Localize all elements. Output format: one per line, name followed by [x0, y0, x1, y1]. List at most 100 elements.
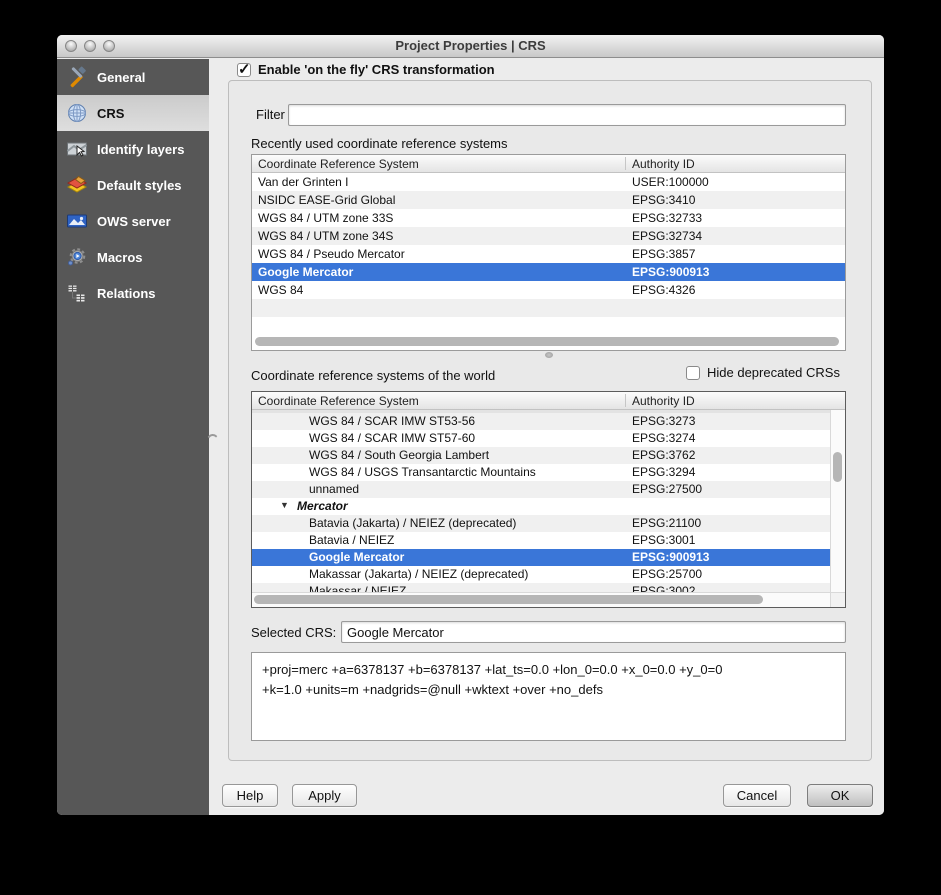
- recent-table-rows: Van der Grinten IUSER:100000NSIDC EASE-G…: [252, 173, 845, 333]
- crs-row[interactable]: Batavia (Jakarta) / NEIEZ (deprecated)EP…: [252, 515, 845, 532]
- crs-row[interactable]: Van der Grinten IUSER:100000: [252, 173, 845, 191]
- crs-groupbox: Filter Recently used coordinate referenc…: [228, 80, 872, 761]
- globe-icon: [66, 102, 88, 124]
- window-title: Project Properties | CRS: [57, 35, 884, 57]
- disclosure-triangle-icon[interactable]: ▼: [280, 500, 289, 510]
- proj4-definition-box[interactable]: +proj=merc +a=6378137 +b=6378137 +lat_ts…: [251, 652, 846, 741]
- crs-row[interactable]: WGS 84 / South Georgia Lambert EPSG:3762: [252, 447, 845, 464]
- crs-row[interactable]: WGS 84 / SCAR IMW ST53-56 EPSG:3273: [252, 413, 845, 430]
- hide-deprecated-checkbox-row[interactable]: Hide deprecated CRSs: [686, 365, 840, 380]
- scrollbar-thumb[interactable]: [254, 595, 763, 604]
- crs-row[interactable]: WGS 84EPSG:4326: [252, 281, 845, 299]
- close-window-icon[interactable]: [65, 40, 77, 52]
- sidebar-resize-grip[interactable]: [208, 432, 218, 442]
- selected-crs-label: Selected CRS:: [251, 625, 336, 640]
- sidebar-item-label: Macros: [97, 250, 143, 265]
- minimize-window-icon[interactable]: [84, 40, 96, 52]
- crs-row[interactable]: WGS 84 / Pseudo MercatorEPSG:3857: [252, 245, 845, 263]
- crs-name: unnamed: [309, 482, 359, 496]
- macros-icon: [66, 246, 88, 268]
- sidebar-item-default-styles[interactable]: Default styles: [57, 167, 209, 203]
- hide-deprecated-checkbox[interactable]: [686, 366, 700, 380]
- window-controls: [65, 40, 115, 52]
- crs-row[interactable]: Batavia / NEIEZ EPSG:3001: [252, 532, 845, 549]
- crs-row[interactable]: [252, 317, 845, 333]
- crs-name: WGS 84 / SCAR IMW ST57-60: [309, 431, 475, 445]
- selected-crs-input[interactable]: [341, 621, 846, 643]
- column-header-crs[interactable]: Coordinate Reference System: [258, 394, 419, 408]
- crs-name: Google Mercator: [258, 265, 353, 279]
- authority-id: EPSG:3410: [632, 193, 695, 207]
- recent-horizontal-scrollbar[interactable]: [252, 333, 845, 350]
- ok-button[interactable]: OK: [807, 784, 873, 807]
- crs-row[interactable]: WGS 84 / UTM zone 33S EPSG:32733: [252, 209, 845, 227]
- world-vertical-scrollbar[interactable]: [830, 410, 845, 592]
- crs-name: WGS 84 / SCAR IMW ST53-56: [309, 414, 475, 428]
- authority-id: EPSG:32734: [632, 229, 702, 243]
- scrollbar-thumb[interactable]: [833, 452, 842, 482]
- authority-id: EPSG:32733: [632, 211, 702, 225]
- column-divider[interactable]: [625, 157, 626, 170]
- crs-row[interactable]: Makassar / NEIEZ EPSG:3002: [252, 583, 845, 592]
- crs-name: WGS 84 / USGS Transantarctic Mountains: [309, 465, 536, 479]
- sidebar-item-label: Identify layers: [97, 142, 184, 157]
- sidebar-item-ows-server[interactable]: OWS server: [57, 203, 209, 239]
- crs-name: Google Mercator: [309, 550, 404, 564]
- crs-row[interactable]: NSIDC EASE-Grid Global EPSG:3410: [252, 191, 845, 209]
- crs-row[interactable]: [252, 299, 845, 317]
- authority-id: EPSG:3273: [632, 414, 695, 428]
- filter-input[interactable]: [288, 104, 846, 126]
- crs-name: Batavia / NEIEZ: [309, 533, 394, 547]
- authority-id: EPSG:25700: [632, 567, 702, 581]
- crs-row[interactable]: unnamed EPSG:27500: [252, 481, 845, 498]
- crs-group-row[interactable]: ▼Mercator: [252, 498, 845, 515]
- title-bar[interactable]: Project Properties | CRS: [57, 35, 884, 58]
- world-horizontal-scrollbar[interactable]: [252, 592, 830, 607]
- authority-id: EPSG:900913: [632, 550, 709, 564]
- authority-id: EPSG:3762: [632, 448, 695, 462]
- sidebar-item-identify-layers[interactable]: Identify layers: [57, 131, 209, 167]
- crs-row[interactable]: Google Mercator EPSG:900913: [252, 263, 845, 281]
- crs-name: WGS 84 / UTM zone 34S: [258, 229, 393, 243]
- authority-id: EPSG:3001: [632, 533, 695, 547]
- crs-row[interactable]: Makassar (Jakarta) / NEIEZ (deprecated)E…: [252, 566, 845, 583]
- enable-otf-checkbox[interactable]: [237, 63, 251, 77]
- crs-name: Makassar / NEIEZ: [309, 584, 406, 592]
- crs-row[interactable]: WGS 84 / SCAR IMW ST57-60EPSG:3274: [252, 430, 845, 447]
- crs-name: WGS 84: [258, 283, 303, 297]
- crs-name: WGS 84 / South Georgia Lambert: [309, 448, 489, 462]
- crs-name: NSIDC EASE-Grid Global: [258, 193, 395, 207]
- relations-icon: [66, 282, 88, 304]
- proj4-line: +proj=merc +a=6378137 +b=6378137 +lat_ts…: [262, 660, 835, 680]
- apply-button[interactable]: Apply: [292, 784, 357, 807]
- column-header-authority[interactable]: Authority ID: [632, 157, 695, 171]
- scrollbar-thumb[interactable]: [255, 337, 839, 346]
- filter-label: Filter: [256, 107, 285, 122]
- crs-row[interactable]: WGS 84 / UTM zone 34S EPSG:32734: [252, 227, 845, 245]
- cancel-button[interactable]: Cancel: [723, 784, 791, 807]
- sidebar-item-crs[interactable]: CRS: [57, 95, 209, 131]
- project-properties-dialog: Project Properties | CRS GeneralCRS Ident…: [57, 35, 884, 815]
- enable-otf-checkbox-row[interactable]: Enable 'on the fly' CRS transformation: [237, 62, 495, 77]
- column-header-crs[interactable]: Coordinate Reference System: [258, 157, 419, 171]
- column-header-authority[interactable]: Authority ID: [632, 394, 695, 408]
- sidebar-item-macros[interactable]: Macros: [57, 239, 209, 275]
- authority-id: EPSG:900913: [632, 265, 709, 279]
- recent-table-header: Coordinate Reference System Authority ID: [252, 155, 845, 173]
- column-divider[interactable]: [625, 394, 626, 407]
- authority-id: USER:100000: [632, 175, 709, 189]
- sidebar-item-general[interactable]: General: [57, 59, 209, 95]
- sidebar-item-label: OWS server: [97, 214, 171, 229]
- scrollbar-corner: [830, 592, 845, 607]
- splitter-handle[interactable]: [545, 352, 553, 358]
- help-button[interactable]: Help: [222, 784, 278, 807]
- crs-name: WGS 84 / UTM zone 33S: [258, 211, 393, 225]
- authority-id: EPSG:27500: [632, 482, 702, 496]
- sidebar-item-relations[interactable]: Relations: [57, 275, 209, 311]
- authority-id: EPSG:21100: [632, 516, 701, 530]
- crs-row[interactable]: WGS 84 / USGS Transantarctic MountainsEP…: [252, 464, 845, 481]
- authority-id: EPSG:3002: [632, 584, 695, 592]
- identify-layers-icon: [66, 138, 88, 160]
- crs-row[interactable]: Google Mercator EPSG:900913: [252, 549, 845, 566]
- zoom-window-icon[interactable]: [103, 40, 115, 52]
